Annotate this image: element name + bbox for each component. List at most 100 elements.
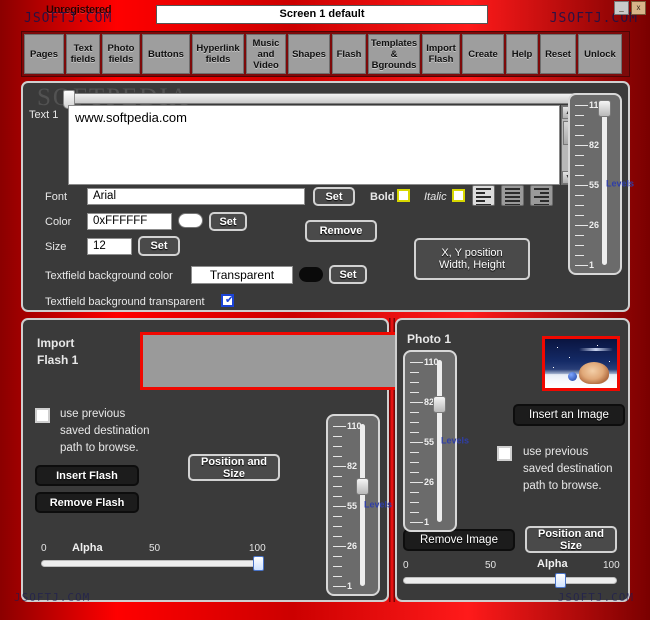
text-levels-thumb[interactable] — [598, 100, 611, 117]
color-label: Color — [45, 216, 72, 228]
tab-unlock[interactable]: Unlock — [578, 34, 622, 74]
insert-image-button[interactable]: Insert an Image — [513, 404, 625, 426]
bg-color-label: Textfield background color — [45, 270, 173, 282]
photo-alpha-thumb[interactable] — [555, 573, 566, 588]
size-input[interactable]: 12 — [87, 238, 132, 255]
flash-alpha-thumb[interactable] — [253, 556, 264, 571]
flash-alpha-label: Alpha — [72, 542, 103, 554]
close-button[interactable]: x — [631, 1, 646, 15]
remove-image-button[interactable]: Remove Image — [403, 529, 515, 551]
remove-text-button[interactable]: Remove — [305, 220, 377, 242]
tab-shapes[interactable]: Shapes — [288, 34, 330, 74]
size-set-button[interactable]: Set — [138, 236, 180, 256]
photo-levels-label: Levels — [441, 435, 470, 446]
remove-flash-button[interactable]: Remove Flash — [35, 492, 139, 513]
text-levels-label: Levels — [606, 178, 635, 189]
tab-create[interactable]: Create — [462, 34, 504, 74]
bg-transparent-checkbox[interactable] — [221, 293, 236, 307]
textarea-header-bar — [68, 93, 576, 104]
text-levels-tick-82: 82 — [589, 140, 600, 150]
flash-use-previous-line1: use previous — [60, 408, 126, 420]
tab-text-fields[interactable]: Text fields — [66, 34, 100, 74]
photo-levels-tick-55: 55 — [424, 437, 435, 447]
bold-checkbox[interactable] — [397, 189, 410, 202]
flash-levels-tick-26: 26 — [347, 541, 358, 551]
position-size-line1: X, Y position — [441, 247, 503, 259]
photo-use-previous-line1: use previous — [523, 446, 589, 458]
position-size-text-button[interactable]: X, Y position Width, Height — [414, 238, 530, 280]
text-levels-tick-1: 1 — [589, 260, 595, 270]
bg-color-set-button[interactable]: Set — [329, 265, 367, 284]
photo-levels-thumb[interactable] — [433, 396, 446, 413]
photo-levels-slider[interactable]: 110 82 55 26 1 Levels — [403, 350, 470, 532]
flash-use-previous-line3: path to browse. — [60, 442, 139, 454]
size-label: Size — [45, 241, 67, 253]
position-size-line2: Width, Height — [438, 259, 506, 271]
tab-help[interactable]: Help — [506, 34, 538, 74]
tab-music-and-video[interactable]: Music and Video — [246, 34, 286, 74]
flash-levels-tick-55: 55 — [347, 501, 358, 511]
flash-preview-area[interactable] — [140, 332, 405, 390]
photo-use-previous-line2: saved destination — [523, 463, 613, 475]
photo-levels-tick-1: 1 — [424, 517, 430, 527]
align-justify-button[interactable] — [501, 185, 524, 206]
flash-alpha-mid: 50 — [149, 543, 161, 554]
flash-title-line1: Import — [37, 336, 75, 350]
tab-flash[interactable]: Flash — [332, 34, 366, 74]
flash-position-size-button[interactable]: Position and Size — [188, 454, 280, 481]
screen-name-field[interactable]: Screen 1 default — [156, 5, 488, 24]
photo-levels-tick-26: 26 — [424, 477, 435, 487]
font-set-button[interactable]: Set — [313, 187, 355, 206]
text-content-area[interactable] — [68, 105, 560, 185]
flash-levels-label: Levels — [364, 499, 393, 510]
bold-label: Bold — [370, 191, 395, 203]
photo-position-size-button[interactable]: Position and Size — [525, 526, 617, 553]
application-window: Unregistered JSOFTJ.COM Screen 1 default… — [0, 0, 650, 620]
photo-panel: Photo 1 Insert an Image use previous sav… — [395, 318, 630, 602]
color-set-button[interactable]: Set — [209, 212, 247, 231]
tab-import-flash[interactable]: Import Flash — [422, 34, 460, 74]
font-input[interactable]: Arial — [87, 188, 305, 205]
photo-alpha-max: 100 — [603, 560, 620, 571]
color-swatch[interactable] — [178, 213, 203, 228]
italic-checkbox[interactable] — [452, 189, 465, 202]
insert-flash-button[interactable]: Insert Flash — [35, 465, 139, 486]
flash-levels-slider[interactable]: 110 82 55 26 1 Levels — [326, 414, 393, 596]
flash-title-line2: Flash 1 — [37, 353, 79, 367]
flash-use-previous-checkbox[interactable] — [35, 408, 50, 423]
text-levels-tick-26: 26 — [589, 220, 600, 230]
text-levels-slider[interactable]: 110 82 55 26 1 Levels — [568, 93, 635, 275]
photo-alpha-mid: 50 — [485, 560, 497, 571]
tab-hyperlink-fields[interactable]: Hyperlink fields — [192, 34, 244, 74]
photo-light-trail — [579, 348, 613, 351]
watermark-bottom-left: JSOFTJ.COM — [14, 591, 91, 604]
tab-reset[interactable]: Reset — [540, 34, 576, 74]
align-left-button[interactable] — [472, 185, 495, 206]
text-field-panel: SOFTPEDIA JSOFTJ.COM Text 1 ▲ ▼ Font Ari… — [21, 81, 635, 376]
tab-pages[interactable]: Pages — [24, 34, 64, 74]
flash-alpha-track[interactable] — [41, 560, 263, 567]
photo-alpha-label: Alpha — [537, 558, 568, 570]
photo-preview-thumbnail[interactable] — [542, 336, 620, 391]
photo-ball — [568, 372, 577, 381]
photo-use-previous-line3: path to browse. — [523, 480, 602, 492]
tab-photo-fields[interactable]: Photo fields — [102, 34, 140, 74]
photo-use-previous-checkbox[interactable] — [497, 446, 512, 461]
flash-alpha-max: 100 — [249, 543, 266, 554]
tab-buttons[interactable]: Buttons — [142, 34, 190, 74]
flash-alpha-min: 0 — [41, 543, 47, 554]
text-levels-tick-55: 55 — [589, 180, 600, 190]
align-right-button[interactable] — [530, 185, 553, 206]
photo-figure — [579, 362, 609, 384]
minimize-button[interactable]: _ — [614, 1, 629, 15]
tab-templates-bgrounds[interactable]: Templates & Bgrounds — [368, 34, 420, 74]
bg-color-input[interactable]: Transparent — [191, 266, 293, 284]
photo-alpha-track[interactable] — [403, 577, 617, 584]
flash-levels-thumb[interactable] — [356, 478, 369, 495]
bg-color-swatch[interactable] — [299, 267, 323, 282]
flash-levels-tick-1: 1 — [347, 581, 353, 591]
bg-transparent-label: Textfield background transparent — [45, 296, 205, 308]
color-input[interactable]: 0xFFFFFF — [87, 213, 172, 230]
photo-alpha-min: 0 — [403, 560, 409, 571]
text-input[interactable] — [68, 105, 560, 185]
